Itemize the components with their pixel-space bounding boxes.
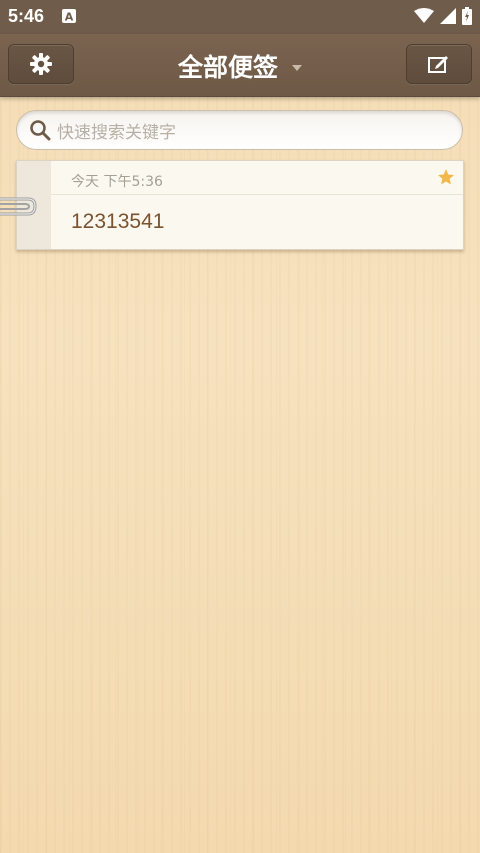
battery-icon (462, 7, 472, 25)
svg-text:A: A (65, 11, 74, 24)
wifi-icon (414, 8, 434, 23)
a-notification-icon: A (62, 9, 76, 23)
note-card[interactable]: 今天 下午5:36 12313541 (16, 160, 464, 250)
status-bar: 5:46 A (0, 0, 480, 34)
note-content: 12313541 (71, 210, 165, 233)
status-icons (414, 6, 472, 26)
paperclip-icon (0, 197, 37, 216)
new-note-button[interactable] (406, 44, 472, 84)
edit-icon (428, 56, 448, 73)
search-placeholder: 快速搜索关键字 (57, 122, 176, 143)
note-date: 今天 下午5:36 (71, 174, 163, 190)
chevron-down-icon (292, 65, 302, 71)
star-icon[interactable] (437, 168, 455, 186)
status-time: 5:46 (8, 6, 45, 26)
top-toolbar: 全部便签 (0, 34, 480, 97)
page-title: 全部便签 (177, 53, 278, 82)
signal-icon (440, 8, 456, 24)
search-icon (30, 120, 51, 141)
search-input[interactable]: 快速搜索关键字 (16, 110, 463, 150)
note-divider (51, 194, 463, 195)
